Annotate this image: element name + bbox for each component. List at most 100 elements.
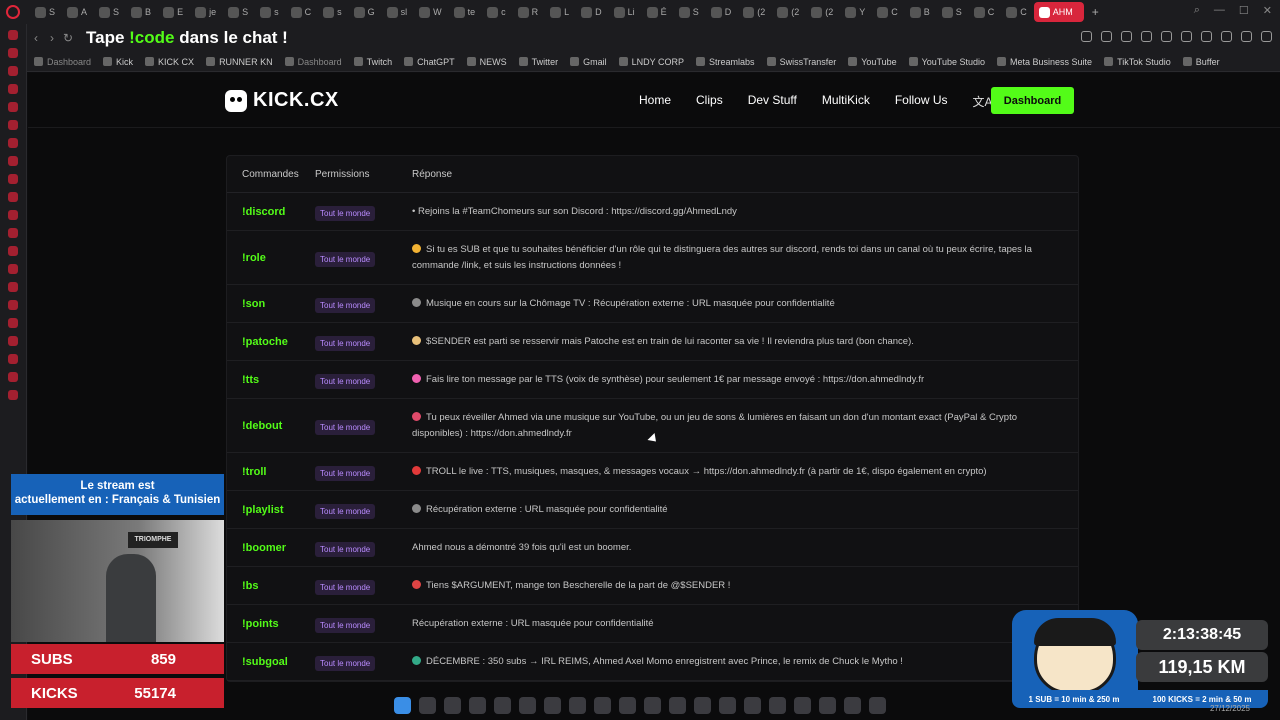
command-name[interactable]: !son (227, 298, 315, 310)
taskbar-app-icon[interactable] (844, 696, 861, 714)
browser-tab[interactable]: É (642, 2, 672, 22)
nav-dev-stuff[interactable]: Dev Stuff (748, 93, 797, 110)
language-icon[interactable]: 文A (973, 93, 993, 110)
bookmark-item[interactable]: KICK CX (145, 57, 194, 67)
play-icon[interactable] (1161, 31, 1172, 42)
page-title[interactable]: Tape !code dans le chat ! (86, 28, 288, 48)
command-name[interactable]: !subgoal (227, 656, 315, 668)
taskbar-app-icon[interactable] (794, 696, 811, 714)
browser-tab[interactable]: te (449, 2, 481, 22)
screenshot-icon[interactable] (1101, 31, 1112, 42)
sidebar-app-icon[interactable] (8, 336, 18, 346)
download-icon[interactable] (1241, 31, 1252, 42)
browser-tab[interactable]: G (349, 2, 380, 22)
bookmark-item[interactable]: YouTube (848, 57, 897, 67)
browser-tab[interactable]: B (126, 2, 156, 22)
sidebar-app-icon[interactable] (8, 282, 18, 292)
browser-tab[interactable]: S (223, 2, 253, 22)
browser-tab[interactable]: W (414, 2, 447, 22)
taskbar-app-icon[interactable] (869, 696, 886, 714)
bookmark-item[interactable]: Kick (103, 57, 133, 67)
sidebar-app-icon[interactable] (8, 390, 18, 400)
reload-icon[interactable]: ↻ (60, 31, 76, 45)
browser-tab[interactable]: c (482, 2, 511, 22)
browser-tab[interactable]: A (62, 2, 92, 22)
browser-tab[interactable]: D (706, 2, 737, 22)
opera-logo-icon[interactable] (6, 5, 20, 19)
back-icon[interactable]: ‹ (28, 31, 44, 45)
taskbar-app-icon[interactable] (694, 696, 711, 714)
forward-icon[interactable]: › (44, 31, 60, 45)
taskbar-app-icon[interactable] (819, 696, 836, 714)
sidebar-app-icon[interactable] (8, 228, 18, 238)
taskbar-app-icon[interactable] (519, 696, 536, 714)
command-name[interactable]: !bs (227, 580, 315, 592)
sidebar-app-icon[interactable] (8, 48, 18, 58)
nav-follow-us[interactable]: Follow Us (895, 93, 948, 110)
browser-tab[interactable]: s (255, 2, 284, 22)
bookmark-item[interactable]: Twitter (518, 57, 558, 67)
sidebar-app-icon[interactable] (8, 210, 18, 220)
bookmark-item[interactable]: Streamlabs (696, 57, 755, 67)
browser-tab[interactable]: B (905, 2, 935, 22)
brand-logo[interactable]: KICK.CX (225, 89, 339, 112)
heart-icon[interactable] (1181, 31, 1192, 42)
command-name[interactable]: !points (227, 618, 315, 630)
taskbar-app-icon[interactable] (419, 696, 436, 714)
sidebar-app-icon[interactable] (8, 264, 18, 274)
sidebar-app-icon[interactable] (8, 102, 18, 112)
browser-tab[interactable]: sl (382, 2, 413, 22)
browser-tab[interactable]: je (190, 2, 221, 22)
browser-tab[interactable]: (2 (738, 2, 770, 22)
browser-tab[interactable]: S (94, 2, 124, 22)
bookmark-item[interactable]: Dashboard (284, 57, 342, 67)
command-name[interactable]: !role (227, 252, 315, 264)
taskbar-app-icon[interactable] (719, 696, 736, 714)
browser-tab[interactable]: (2 (772, 2, 804, 22)
bookmark-item[interactable]: ChatGPT (404, 57, 455, 67)
sidebar-app-icon[interactable] (8, 174, 18, 184)
windows-start-icon[interactable] (394, 696, 411, 714)
command-name[interactable]: !boomer (227, 542, 315, 554)
maximize-button[interactable]: ☐ (1239, 4, 1249, 17)
taskbar-app-icon[interactable] (544, 696, 561, 714)
pin-icon[interactable] (1081, 31, 1092, 42)
translate-icon[interactable] (1141, 31, 1152, 42)
browser-tab[interactable]: C (872, 2, 903, 22)
browser-tab[interactable]: C (969, 2, 1000, 22)
tab-active[interactable]: AHM (1033, 2, 1084, 22)
sidebar-app-icon[interactable] (8, 192, 18, 202)
minimize-button[interactable]: — (1214, 4, 1225, 17)
taskbar-app-icon[interactable] (744, 696, 761, 714)
taskbar-app-icon[interactable] (494, 696, 511, 714)
browser-tab[interactable]: Y (840, 2, 870, 22)
bookmark-item[interactable]: RUNNER KN (206, 57, 273, 67)
command-name[interactable]: !troll (227, 466, 315, 478)
browser-tab[interactable]: R (513, 2, 544, 22)
command-name[interactable]: !tts (227, 374, 315, 386)
nav-home[interactable]: Home (639, 93, 671, 110)
bookmark-item[interactable]: YouTube Studio (908, 57, 985, 67)
command-name[interactable]: !patoche (227, 336, 315, 348)
bookmark-item[interactable]: TikTok Studio (1104, 57, 1171, 67)
browser-tab[interactable]: (2 (806, 2, 838, 22)
browser-tab[interactable]: C (1001, 2, 1032, 22)
bookmark-item[interactable]: Dashboard (34, 57, 91, 67)
command-name[interactable]: !playlist (227, 504, 315, 516)
sidebar-app-icon[interactable] (8, 372, 18, 382)
browser-tab[interactable]: E (158, 2, 188, 22)
close-button[interactable]: ✕ (1263, 4, 1272, 17)
browser-tab[interactable]: D (576, 2, 607, 22)
bookmark-item[interactable]: LNDY CORP (618, 57, 684, 67)
sidebar-app-icon[interactable] (8, 318, 18, 328)
browser-tab[interactable]: L (545, 2, 574, 22)
nav-clips[interactable]: Clips (696, 93, 723, 110)
taskbar-app-icon[interactable] (619, 696, 636, 714)
browser-tab[interactable]: S (30, 2, 60, 22)
nav-multikick[interactable]: MultiKick (822, 93, 870, 110)
bookmark-item[interactable]: NEWS (466, 57, 507, 67)
sidebar-app-icon[interactable] (8, 354, 18, 364)
bookmark-item[interactable]: Twitch (353, 57, 392, 67)
browser-tab[interactable]: S (674, 2, 704, 22)
sidebar-app-icon[interactable] (8, 138, 18, 148)
